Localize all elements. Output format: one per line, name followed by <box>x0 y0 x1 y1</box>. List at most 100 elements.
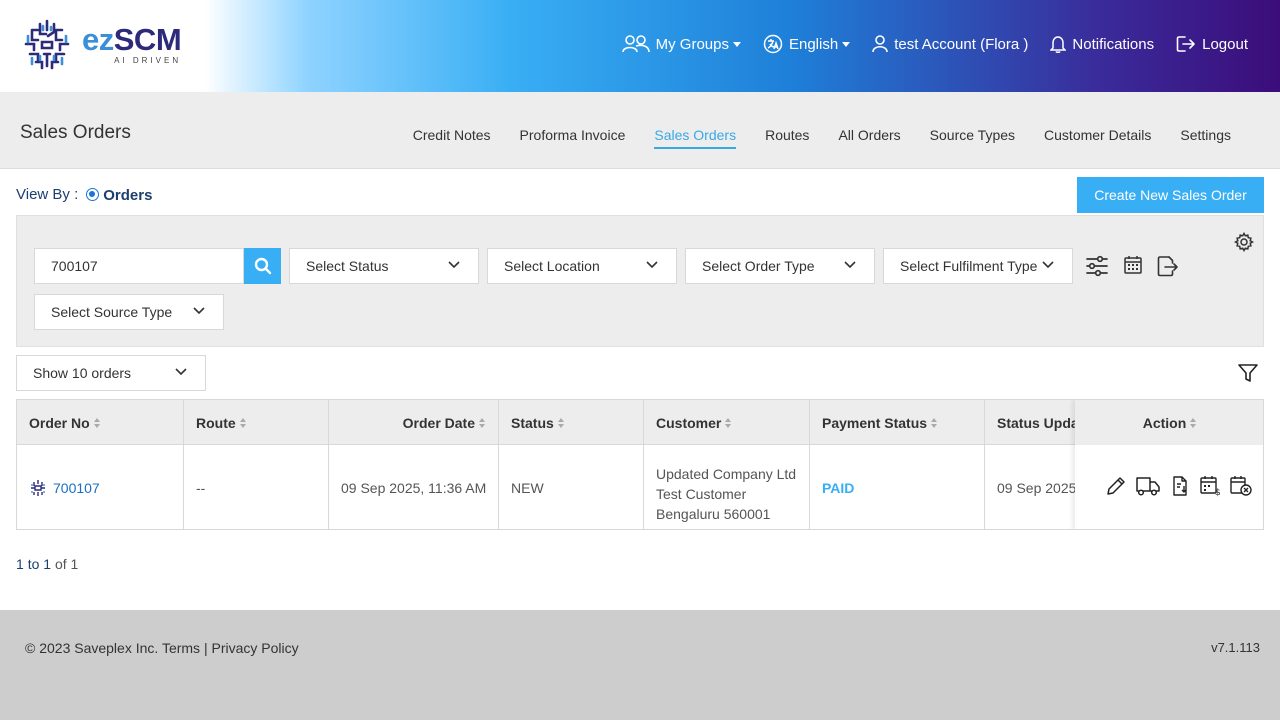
sliders-icon[interactable] <box>1085 254 1109 278</box>
gear-icon[interactable] <box>1234 232 1254 252</box>
location-select-label: Select Location <box>504 258 600 274</box>
my-groups-menu[interactable]: My Groups <box>621 35 741 53</box>
edit-order-button[interactable] <box>1105 475 1127 497</box>
sort-icon <box>725 417 732 428</box>
shipping-button[interactable] <box>1135 475 1161 497</box>
header-status-updated-label: Status Upda <box>997 414 1079 431</box>
header-route-label: Route <box>196 414 236 431</box>
pencil-icon <box>1107 477 1125 495</box>
top-header: ezSCM AI DRIVEN My Groups English test A… <box>0 0 1280 92</box>
account-menu[interactable]: test Account (Flora ) <box>872 35 1028 53</box>
search-button[interactable] <box>244 248 281 284</box>
filter-icon[interactable] <box>1237 362 1259 384</box>
document-download-icon <box>1173 476 1187 496</box>
pager-from: 1 <box>16 556 24 572</box>
orders-radio-label[interactable]: Orders <box>103 187 152 204</box>
chevron-down-icon <box>175 368 187 376</box>
header-status-updated[interactable]: Status Upda <box>985 400 1085 445</box>
bell-icon <box>1050 36 1067 53</box>
sort-icon <box>557 417 565 428</box>
tab-credit-notes[interactable]: Credit Notes <box>413 127 491 149</box>
export-icon[interactable] <box>1155 254 1179 278</box>
chevron-down-icon <box>844 261 856 269</box>
pager-to-word: to <box>27 556 40 572</box>
header-action[interactable]: Action <box>1075 400 1263 445</box>
notifications-link[interactable]: Notifications <box>1050 35 1154 53</box>
status-select[interactable]: Select Status <box>289 248 479 284</box>
location-select[interactable]: Select Location <box>487 248 677 284</box>
fulfilment-type-select[interactable]: Select Fulfilment Type <box>883 248 1073 284</box>
footer: © 2023 Saveplex Inc. Terms | Privacy Pol… <box>0 610 1280 720</box>
logout-icon <box>1176 36 1195 52</box>
chevron-down-icon <box>448 261 460 269</box>
create-sales-order-button[interactable]: Create New Sales Order <box>1077 177 1264 213</box>
order-search-input[interactable]: 700107 <box>34 248 244 284</box>
tab-proforma-invoice[interactable]: Proforma Invoice <box>520 127 626 149</box>
cell-status-updated: 09 Sep 2025 <box>997 479 1077 496</box>
search-icon <box>254 257 271 275</box>
chevron-down-icon <box>646 261 658 269</box>
truck-icon <box>1136 477 1160 496</box>
translate-icon <box>763 34 783 54</box>
logo-ez: ez <box>82 21 114 57</box>
cell-route: -- <box>184 445 329 529</box>
footer-separator: | <box>203 640 208 656</box>
document-cancel-icon <box>1230 476 1252 496</box>
action-column: Action $ <box>1075 400 1263 529</box>
filter-panel: 700107 Select Status Select Location Sel… <box>16 215 1264 347</box>
page-tabs: Credit Notes Proforma Invoice Sales Orde… <box>384 127 1231 149</box>
header-order-date[interactable]: Order Date <box>329 400 499 445</box>
invoice-download-button[interactable] <box>1169 475 1191 497</box>
header-order-no[interactable]: Order No <box>17 400 184 445</box>
payment-status-badge: PAID <box>822 479 855 496</box>
logo-scm: SCM <box>113 21 182 57</box>
order-type-select[interactable]: Select Order Type <box>685 248 875 284</box>
tab-settings[interactable]: Settings <box>1180 127 1231 149</box>
page-size-label: Show 10 orders <box>33 365 132 381</box>
logo[interactable]: ezSCM AI DRIVEN <box>22 18 182 70</box>
header-status[interactable]: Status <box>499 400 644 445</box>
page-header: Sales Orders Credit Notes Proforma Invoi… <box>0 92 1280 169</box>
tab-routes[interactable]: Routes <box>765 127 809 149</box>
header-customer[interactable]: Customer <box>644 400 810 445</box>
orders-table: Order No Route Order Date Status Custome… <box>16 399 1264 530</box>
language-label: English <box>788 35 839 53</box>
copyright-text: © 2023 Saveplex Inc. <box>25 640 159 656</box>
logout-link[interactable]: Logout <box>1176 35 1248 53</box>
account-label: test Account (Flora ) <box>894 35 1029 53</box>
cancel-order-button[interactable] <box>1229 475 1253 497</box>
source-type-select[interactable]: Select Source Type <box>34 294 224 330</box>
tab-customer-details[interactable]: Customer Details <box>1044 127 1151 149</box>
cell-order-no: 700107 <box>17 445 184 529</box>
cell-payment-status: PAID <box>810 445 985 529</box>
logout-label: Logout <box>1202 35 1248 53</box>
tab-sales-orders[interactable]: Sales Orders <box>654 127 737 149</box>
privacy-policy-link[interactable]: Privacy Policy <box>211 640 298 656</box>
fulfilment-type-select-label: Select Fulfilment Type <box>900 258 1038 274</box>
language-menu[interactable]: English <box>763 34 851 54</box>
tab-all-orders[interactable]: All Orders <box>838 127 900 149</box>
sort-icon <box>931 417 938 428</box>
customer-company: Updated Company Ltd <box>656 465 797 482</box>
header-payment-status[interactable]: Payment Status <box>810 400 985 445</box>
page-size-select[interactable]: Show 10 orders <box>16 355 206 391</box>
notifications-label: Notifications <box>1072 35 1155 53</box>
calendar-icon[interactable] <box>1123 255 1143 275</box>
pagination-summary: 1 to 1 of 1 <box>16 556 78 572</box>
orders-radio[interactable] <box>86 188 100 201</box>
page-title: Sales Orders <box>20 122 131 143</box>
chevron-down-icon <box>193 307 205 315</box>
tab-source-types[interactable]: Source Types <box>930 127 1015 149</box>
schedule-button[interactable]: $ <box>1199 475 1221 497</box>
chevron-down-icon <box>732 41 741 47</box>
group-icon <box>621 35 650 53</box>
customer-address: Bengaluru 560001 <box>656 505 771 522</box>
pager-of-word: of <box>54 556 67 572</box>
terms-link[interactable]: Terms <box>162 640 200 656</box>
sort-icon <box>479 417 486 428</box>
order-number-link[interactable]: 700107 <box>53 480 100 496</box>
calendar-dollar-icon: $ <box>1200 476 1221 497</box>
pager-to: 1 <box>43 556 52 572</box>
sort-icon <box>1190 417 1197 428</box>
header-route[interactable]: Route <box>184 400 329 445</box>
